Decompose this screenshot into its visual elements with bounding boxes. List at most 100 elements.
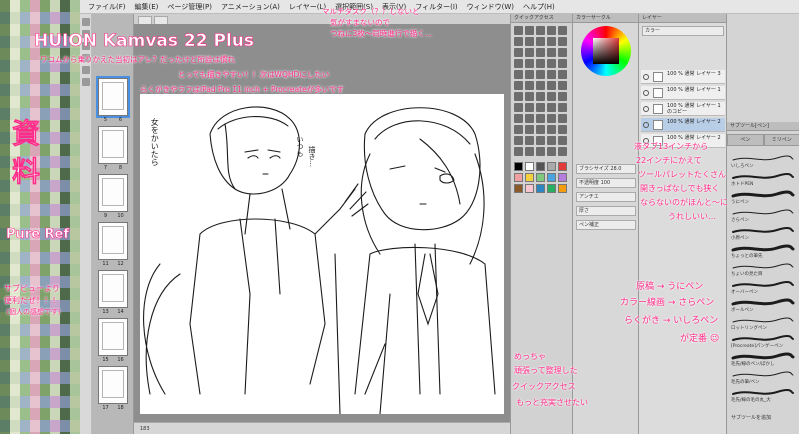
- eye-icon[interactable]: [643, 106, 649, 112]
- color-swatch[interactable]: [525, 162, 534, 171]
- brush-name[interactable]: うにペン: [731, 199, 797, 205]
- quick-access-tool-icon[interactable]: [558, 92, 567, 101]
- anti-alias-row[interactable]: アンチエ: [576, 192, 636, 202]
- color-swatch[interactable]: [558, 184, 567, 193]
- brush-name[interactable]: 毛先/線の毛の丸_大: [731, 397, 797, 403]
- eye-icon[interactable]: [643, 74, 649, 80]
- quick-access-tool-icon[interactable]: [525, 37, 534, 46]
- quick-access-tool-icon[interactable]: [536, 70, 545, 79]
- quick-access-tool-icon[interactable]: [514, 37, 523, 46]
- quick-access-tool-icon[interactable]: [536, 103, 545, 112]
- brush-size-row[interactable]: ブラシサイズ 28.0: [576, 164, 636, 174]
- quick-access-tool-icon[interactable]: [514, 70, 523, 79]
- quick-access-tool-icon[interactable]: [525, 59, 534, 68]
- quick-access-tool-icon[interactable]: [514, 26, 523, 35]
- color-swatch[interactable]: [547, 173, 556, 182]
- quick-access-tool-icon[interactable]: [547, 136, 556, 145]
- color-swatch[interactable]: [536, 184, 545, 193]
- quick-access-tool-icon[interactable]: [547, 26, 556, 35]
- brush-name[interactable]: 小原ペン: [731, 235, 797, 241]
- quick-access-tool-icon[interactable]: [514, 59, 523, 68]
- layer-row-selected[interactable]: 100 % 通常 レイヤー 2: [641, 118, 725, 132]
- menu-file[interactable]: ファイル(F): [88, 2, 126, 12]
- page-thumbnail[interactable]: [96, 76, 130, 118]
- brush-name[interactable]: ホトドPEN: [731, 181, 797, 187]
- quick-access-tool-icon[interactable]: [514, 103, 523, 112]
- brush-name[interactable]: いしろペン: [731, 163, 797, 169]
- quick-access-tool-icon[interactable]: [536, 37, 545, 46]
- zoom-level[interactable]: 183: [140, 426, 150, 432]
- brush-name[interactable]: ちょいの見た目: [731, 271, 797, 277]
- layer-row[interactable]: 100 % 通常 レイヤー 3: [641, 70, 725, 84]
- tab-pen[interactable]: ペン: [727, 134, 764, 146]
- opacity-row[interactable]: 不透明度 100: [576, 178, 636, 188]
- quick-access-tool-icon[interactable]: [536, 136, 545, 145]
- page-thumbnail[interactable]: [98, 126, 128, 164]
- blend-mode-select[interactable]: カラー: [642, 26, 724, 36]
- quick-access-tool-icon[interactable]: [558, 26, 567, 35]
- quick-access-tool-icon[interactable]: [558, 48, 567, 57]
- quick-access-tool-icon[interactable]: [558, 81, 567, 90]
- quick-access-tool-icon[interactable]: [536, 48, 545, 57]
- page-thumbnail[interactable]: [98, 222, 128, 260]
- quick-access-tool-icon[interactable]: [525, 70, 534, 79]
- brush-name[interactable]: オーバーペン: [731, 289, 797, 295]
- quick-access-tool-icon[interactable]: [525, 48, 534, 57]
- color-swatch[interactable]: [514, 162, 523, 171]
- brush-name[interactable]: ちょっとの筆先: [731, 253, 797, 259]
- color-swatch[interactable]: [558, 162, 567, 171]
- fill-tool-icon[interactable]: [82, 66, 90, 74]
- brush-name[interactable]: ロットリングペン: [731, 325, 797, 331]
- menu-page[interactable]: ページ管理(P): [167, 2, 212, 12]
- eye-icon[interactable]: [643, 122, 649, 128]
- brush-name[interactable]: 毛先の筆/ペン: [731, 379, 797, 385]
- color-swatch[interactable]: [525, 184, 534, 193]
- quick-access-tool-icon[interactable]: [536, 59, 545, 68]
- quick-access-tool-icon[interactable]: [547, 125, 556, 134]
- quick-access-tool-icon[interactable]: [547, 59, 556, 68]
- quick-access-tool-icon[interactable]: [525, 147, 534, 156]
- menu-animation[interactable]: アニメーション(A): [221, 2, 280, 12]
- quick-access-tool-icon[interactable]: [514, 81, 523, 90]
- menu-layer[interactable]: レイヤー(L): [289, 2, 326, 12]
- quick-access-tool-icon[interactable]: [514, 147, 523, 156]
- tab-millipen[interactable]: ミリペン: [763, 134, 799, 146]
- quick-access-tool-icon[interactable]: [547, 114, 556, 123]
- color-picker-square[interactable]: [593, 38, 619, 64]
- layer-row[interactable]: 100 % 通常 レイヤー 1のコピー: [641, 102, 725, 116]
- quick-access-tool-icon[interactable]: [525, 92, 534, 101]
- quick-access-tool-icon[interactable]: [558, 114, 567, 123]
- color-swatch[interactable]: [536, 162, 545, 171]
- color-swatch[interactable]: [514, 184, 523, 193]
- quick-access-tool-icon[interactable]: [514, 114, 523, 123]
- quick-access-tool-icon[interactable]: [536, 147, 545, 156]
- quick-access-tool-icon[interactable]: [558, 37, 567, 46]
- menu-window[interactable]: ウィンドウ(W): [467, 2, 514, 12]
- quick-access-tool-icon[interactable]: [514, 136, 523, 145]
- quick-access-tool-icon[interactable]: [547, 103, 556, 112]
- quick-access-tool-icon[interactable]: [547, 70, 556, 79]
- quick-access-tool-icon[interactable]: [536, 81, 545, 90]
- brush-name[interactable]: 毛先/線のペン/ぼかし: [731, 361, 797, 367]
- color-swatch[interactable]: [525, 173, 534, 182]
- quick-access-tool-icon[interactable]: [536, 114, 545, 123]
- document-tab[interactable]: [138, 16, 152, 24]
- quick-access-tool-icon[interactable]: [558, 136, 567, 145]
- quick-access-tool-icon[interactable]: [514, 48, 523, 57]
- quick-access-tool-icon[interactable]: [525, 114, 534, 123]
- text-tool-icon[interactable]: [82, 78, 90, 86]
- add-subtool-button[interactable]: サブツールを追加: [731, 414, 797, 421]
- quick-access-tool-icon[interactable]: [514, 92, 523, 101]
- quick-access-tool-icon[interactable]: [558, 59, 567, 68]
- page-thumbnail[interactable]: [98, 174, 128, 212]
- quick-access-tool-icon[interactable]: [558, 125, 567, 134]
- color-swatch[interactable]: [547, 184, 556, 193]
- quick-access-tool-icon[interactable]: [558, 70, 567, 79]
- quick-access-tool-icon[interactable]: [525, 81, 534, 90]
- quick-access-tool-icon[interactable]: [525, 26, 534, 35]
- quick-access-tool-icon[interactable]: [536, 26, 545, 35]
- quick-access-tool-icon[interactable]: [536, 125, 545, 134]
- quick-access-tool-icon[interactable]: [547, 92, 556, 101]
- quick-access-tool-icon[interactable]: [558, 147, 567, 156]
- quick-access-tool-icon[interactable]: [547, 147, 556, 156]
